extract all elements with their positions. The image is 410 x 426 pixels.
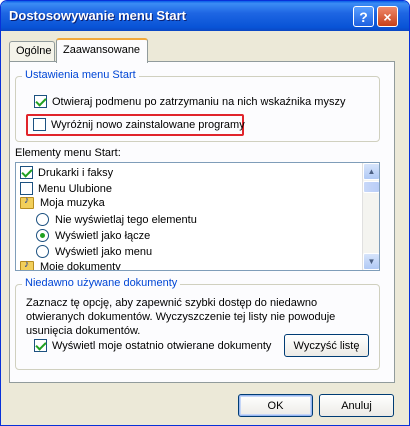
scroll-down-button[interactable]: ▼ <box>363 253 379 270</box>
close-icon: × <box>383 8 392 25</box>
title-bar[interactable]: Dostosowywanie menu Start ? × <box>1 1 409 31</box>
chevron-up-icon: ▲ <box>367 167 376 176</box>
hide-item-radio[interactable] <box>36 213 49 226</box>
list-scrollbar[interactable]: ▲ ▼ <box>362 163 379 270</box>
list-item-label: Moje dokumenty <box>40 261 121 271</box>
option-highlight-new-programs[interactable]: Wyróżnij nowo zainstalowane programy <box>33 118 245 131</box>
scroll-up-button[interactable]: ▲ <box>363 163 379 180</box>
show-as-link-radio[interactable] <box>36 229 49 242</box>
group-label: Ustawienia menu Start <box>22 69 139 81</box>
show-recent-checkbox[interactable] <box>34 339 47 352</box>
list-item[interactable]: Menu Ulubione <box>20 182 112 195</box>
recent-documents-description: Zaznacz tę opcję, aby zapewnić szybki do… <box>26 297 336 337</box>
list-item: Moja muzyka <box>20 195 105 209</box>
option-label: Otwieraj podmenu po zatrzymaniu na nich … <box>52 95 346 108</box>
list-item-label: Wyświetl jako łącze <box>55 229 151 242</box>
help-button[interactable]: ? <box>353 6 374 27</box>
list-item-label: Moja muzyka <box>40 197 105 209</box>
printers-checkbox[interactable] <box>20 166 33 179</box>
documents-folder-icon <box>20 259 34 270</box>
list-item-label: Drukarki i faksy <box>38 166 114 179</box>
list-item[interactable]: Drukarki i faksy <box>20 166 113 179</box>
show-as-menu-radio[interactable] <box>36 245 49 258</box>
list-item-label: Nie wyświetlaj tego elementu <box>55 213 197 226</box>
music-folder-icon <box>20 195 34 209</box>
help-icon: ? <box>359 8 368 25</box>
scroll-thumb[interactable] <box>363 181 379 193</box>
list-item[interactable]: Wyświetl jako łącze <box>36 229 150 242</box>
option-show-recent-documents[interactable]: Wyświetl moje ostatnio otwierane dokumen… <box>34 339 271 352</box>
window-title: Dostosowywanie menu Start <box>9 8 186 23</box>
list-item[interactable]: Wyświetl jako menu <box>36 245 152 258</box>
list-item[interactable]: Nie wyświetlaj tego elementu <box>36 213 197 226</box>
highlight-programs-checkbox[interactable] <box>33 118 46 131</box>
dialog-window: Dostosowywanie menu Start ? × Ogólne Zaa… <box>0 0 410 426</box>
cancel-button[interactable]: Anuluj <box>319 394 394 417</box>
favorites-checkbox[interactable] <box>20 182 33 195</box>
open-submenus-checkbox[interactable] <box>34 95 47 108</box>
close-button[interactable]: × <box>377 6 398 27</box>
option-open-submenus[interactable]: Otwieraj podmenu po zatrzymaniu na nich … <box>34 95 345 108</box>
list-item-label: Menu Ulubione <box>38 182 112 195</box>
option-label: Wyświetl moje ostatnio otwierane dokumen… <box>52 339 272 352</box>
option-label: Wyróżnij nowo zainstalowane programy <box>51 118 245 131</box>
ok-button[interactable]: OK <box>238 394 313 417</box>
tab-advanced[interactable]: Zaawansowane <box>56 38 148 63</box>
group-label: Niedawno używane dokumenty <box>22 277 181 289</box>
tab-general[interactable]: Ogólne <box>9 41 55 61</box>
start-items-list[interactable]: Drukarki i faksy Menu Ulubione Moja muzy… <box>15 162 380 271</box>
list-item-label: Wyświetl jako menu <box>55 245 153 258</box>
clear-list-button[interactable]: Wyczyść listę <box>284 334 369 357</box>
list-item: Moje dokumenty <box>20 259 121 271</box>
start-items-label: Elementy menu Start: <box>15 147 121 159</box>
chevron-down-icon: ▼ <box>367 257 376 266</box>
